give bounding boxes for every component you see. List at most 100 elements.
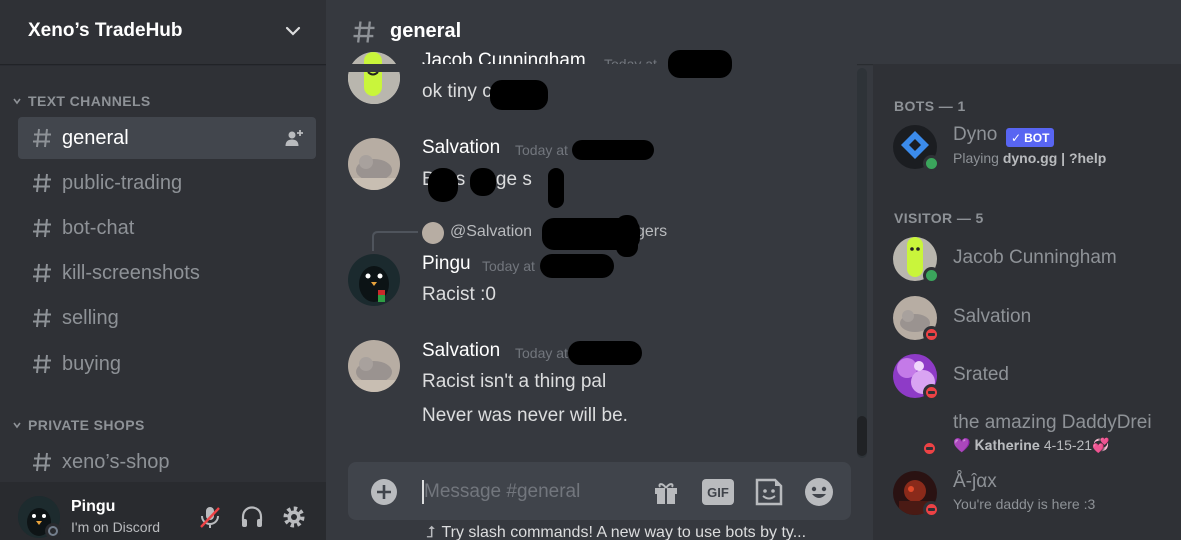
hash-icon: [33, 173, 51, 193]
avatar[interactable]: [348, 52, 400, 104]
message-timestamp: Today at: [515, 142, 568, 158]
sticker-icon[interactable]: [753, 476, 785, 508]
server-header[interactable]: Xeno’s TradeHub: [0, 0, 326, 64]
message-author[interactable]: Salvation: [422, 340, 500, 362]
scrollbar-thumb[interactable]: [857, 416, 867, 456]
reply-avatar: [422, 222, 444, 244]
user-name: Pingu: [71, 498, 116, 515]
gift-icon[interactable]: [650, 476, 682, 508]
category-private-shops[interactable]: PRIVATE SHOPS: [12, 417, 145, 433]
activity-name: dyno.gg | ?help: [1002, 150, 1107, 166]
channel-name: bot-chat: [62, 216, 135, 239]
chevron-down-icon: [13, 98, 21, 105]
channel-general[interactable]: general: [18, 117, 316, 159]
message-text: ok tiny c: [422, 81, 492, 102]
channel-name: xeno’s-shop: [62, 450, 170, 473]
channel-bot-chat[interactable]: bot-chat: [18, 207, 316, 249]
member-avatar[interactable]: [893, 354, 940, 401]
member-name[interactable]: the amazing DaddyDrei: [953, 412, 1152, 434]
channel-name: public-trading: [62, 171, 183, 194]
redaction-mark: [572, 140, 654, 160]
create-invite-icon[interactable]: [284, 128, 304, 148]
reply-snippet[interactable]: gers: [636, 223, 667, 241]
hash-icon: [33, 218, 51, 238]
headphones-icon[interactable]: [238, 503, 266, 531]
chevron-down-icon: [13, 422, 21, 429]
member-name[interactable]: Å-ĵαx: [953, 471, 997, 493]
dnd-status-indicator: [923, 326, 940, 343]
member-avatar[interactable]: [893, 296, 940, 343]
channel-xenos-shop[interactable]: xeno’s-shop: [18, 441, 316, 483]
check-icon: ✓: [1011, 130, 1022, 145]
gif-icon[interactable]: GIF: [702, 476, 734, 508]
penguin-avatar-icon: [348, 254, 400, 306]
member-activity: 💜 𝐊𝐚𝐭𝐡𝐞𝐫𝐢𝐧𝐞 4-15-21💞: [953, 437, 1110, 453]
member-avatar[interactable]: [893, 471, 940, 518]
channel-name: general: [62, 126, 129, 149]
channel-public-trading[interactable]: public-trading: [18, 162, 316, 204]
bot-badge-label: BOT: [1024, 130, 1050, 145]
online-status-indicator: [923, 155, 940, 172]
redaction-mark: [428, 168, 458, 202]
arrow-icon: ⮥: [426, 524, 436, 540]
category-label: TEXT CHANNELS: [28, 93, 151, 109]
reply-spine: [372, 231, 418, 251]
gif-label: GIF: [702, 479, 734, 505]
channel-selling[interactable]: selling: [18, 297, 316, 339]
member-name[interactable]: Srated: [953, 364, 1009, 386]
channel-name: kill-screenshots: [62, 261, 200, 284]
message-author[interactable]: Pingu: [422, 253, 471, 275]
redaction-mark: [470, 168, 496, 196]
member-avatar[interactable]: [893, 237, 940, 284]
scrollbar-track[interactable]: [857, 68, 867, 458]
chevron-down-icon: [285, 26, 301, 36]
message-timestamp: Today at: [482, 258, 535, 274]
channel-title: general: [390, 20, 462, 42]
slash-commands-hint: ⮥ Try slash commands! A new way to use bo…: [426, 524, 846, 540]
hash-icon: [33, 263, 51, 283]
dnd-status-indicator: [923, 501, 940, 518]
avatar-image: [348, 340, 400, 392]
reply-author[interactable]: @Salvation: [450, 223, 532, 241]
message-text: Racist :0: [422, 284, 496, 305]
member-avatar[interactable]: [893, 125, 940, 172]
redaction-mark: [540, 254, 614, 278]
avatar[interactable]: [348, 138, 400, 190]
member-name[interactable]: Salvation: [953, 306, 1031, 328]
channel-name: selling: [62, 306, 119, 329]
emoji-icon[interactable]: [803, 476, 835, 508]
redaction-mark: [668, 50, 732, 78]
message-input[interactable]: [424, 478, 634, 506]
hash-icon: [33, 308, 51, 328]
online-status-indicator: [923, 267, 940, 284]
category-text-channels[interactable]: TEXT CHANNELS: [12, 93, 151, 109]
bot-badge: ✓ BOT: [1006, 128, 1055, 147]
gear-icon[interactable]: [280, 503, 308, 531]
message-author[interactable]: Salvation: [422, 137, 500, 159]
member-group-label: VISITOR — 5: [894, 210, 984, 226]
status-indicator: [45, 523, 61, 539]
channel-buying[interactable]: buying: [18, 343, 316, 385]
activity-prefix: Playing: [953, 150, 1003, 166]
mute-microphone-icon[interactable]: [196, 503, 224, 531]
category-label: PRIVATE SHOPS: [28, 417, 145, 433]
hint-text: Try slash commands! A new way to use bot…: [441, 524, 807, 540]
message-timestamp: Today at: [515, 345, 568, 361]
member-name[interactable]: Dyno: [953, 124, 997, 146]
hash-icon: [353, 21, 375, 43]
hash-icon: [33, 128, 51, 148]
channel-name: buying: [62, 352, 121, 375]
upload-plus-icon[interactable]: [370, 478, 398, 506]
redaction-mark: [548, 168, 564, 208]
avatar[interactable]: [348, 340, 400, 392]
member-activity: Playing dyno.gg | ?help: [953, 150, 1106, 166]
channel-kill-screenshots[interactable]: kill-screenshots: [18, 252, 316, 294]
dnd-status-indicator: [921, 440, 938, 457]
message-text: Never was never will be.: [422, 405, 628, 426]
redaction-mark: [568, 341, 642, 365]
hash-icon: [33, 452, 51, 472]
avatar-image: [348, 52, 400, 104]
hash-icon: [33, 354, 51, 374]
avatar[interactable]: [348, 254, 400, 306]
member-name[interactable]: Jacob Cunningham: [953, 247, 1117, 269]
